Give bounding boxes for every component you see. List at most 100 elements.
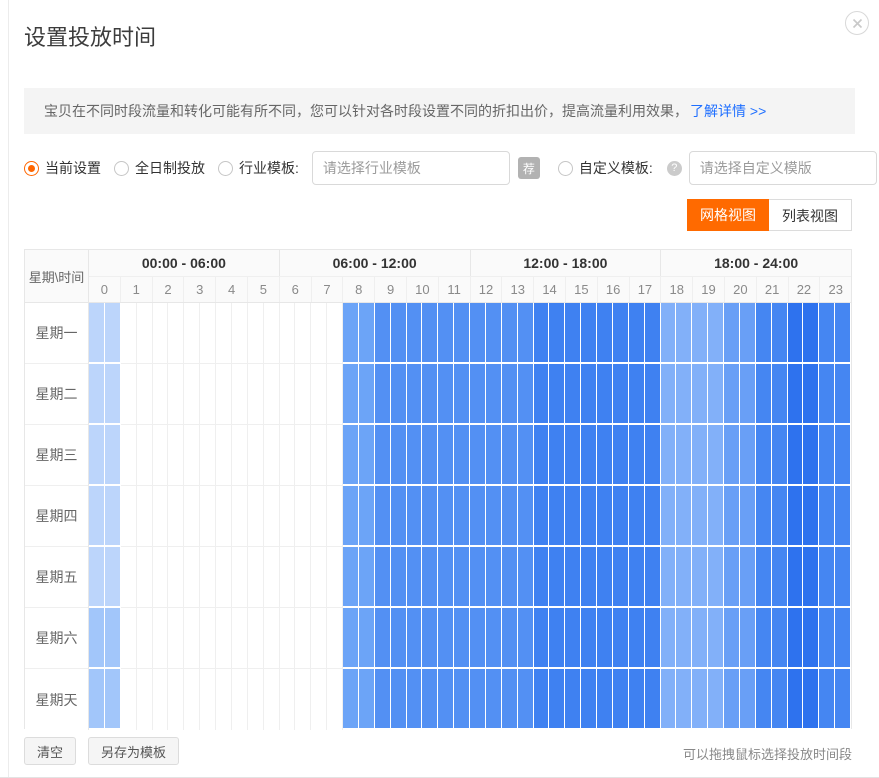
- schedule-cell[interactable]: [676, 425, 692, 486]
- schedule-cell[interactable]: [168, 669, 184, 730]
- schedule-cell[interactable]: [454, 669, 470, 730]
- schedule-cell[interactable]: [327, 547, 343, 608]
- schedule-cell[interactable]: [835, 547, 851, 608]
- schedule-cell[interactable]: [264, 364, 280, 425]
- schedule-cell[interactable]: [280, 364, 296, 425]
- schedule-cell[interactable]: [121, 608, 137, 669]
- schedule-cell[interactable]: [184, 425, 200, 486]
- schedule-cell[interactable]: [407, 425, 423, 486]
- schedule-cell[interactable]: [248, 669, 264, 730]
- schedule-cell[interactable]: [200, 547, 216, 608]
- schedule-cell[interactable]: [565, 364, 581, 425]
- schedule-cell[interactable]: [248, 425, 264, 486]
- schedule-cell[interactable]: [534, 608, 550, 669]
- schedule-cell[interactable]: [200, 608, 216, 669]
- schedule-cell[interactable]: [137, 608, 153, 669]
- schedule-cell[interactable]: [438, 547, 454, 608]
- schedule-cell[interactable]: [803, 486, 819, 547]
- schedule-cell[interactable]: [629, 547, 645, 608]
- schedule-cell[interactable]: [692, 486, 708, 547]
- schedule-cell[interactable]: [565, 547, 581, 608]
- schedule-cell[interactable]: [645, 608, 661, 669]
- schedule-cell[interactable]: [343, 364, 359, 425]
- schedule-cell[interactable]: [105, 364, 121, 425]
- schedule-cell[interactable]: [518, 364, 534, 425]
- schedule-cell[interactable]: [216, 547, 232, 608]
- schedule-cell[interactable]: [581, 303, 597, 364]
- schedule-cell[interactable]: [565, 486, 581, 547]
- schedule-cell[interactable]: [629, 303, 645, 364]
- schedule-cell[interactable]: [788, 669, 804, 730]
- custom-template-input[interactable]: [689, 151, 877, 185]
- schedule-cell[interactable]: [518, 547, 534, 608]
- schedule-cell[interactable]: [200, 486, 216, 547]
- schedule-cell[interactable]: [581, 425, 597, 486]
- schedule-cell[interactable]: [724, 425, 740, 486]
- schedule-cell[interactable]: [438, 669, 454, 730]
- schedule-cell[interactable]: [422, 669, 438, 730]
- schedule-cell[interactable]: [645, 486, 661, 547]
- schedule-cell[interactable]: [168, 425, 184, 486]
- schedule-cell[interactable]: [343, 303, 359, 364]
- schedule-cell[interactable]: [756, 486, 772, 547]
- schedule-cell[interactable]: [724, 364, 740, 425]
- schedule-cell[interactable]: [200, 669, 216, 730]
- schedule-cell[interactable]: [629, 608, 645, 669]
- schedule-cell[interactable]: [391, 547, 407, 608]
- schedule-cell[interactable]: [407, 608, 423, 669]
- schedule-cell[interactable]: [216, 608, 232, 669]
- schedule-cell[interactable]: [375, 608, 391, 669]
- schedule-cell[interactable]: [597, 669, 613, 730]
- schedule-cell[interactable]: [454, 303, 470, 364]
- schedule-cell[interactable]: [422, 364, 438, 425]
- schedule-cell[interactable]: [565, 669, 581, 730]
- schedule-cell[interactable]: [407, 669, 423, 730]
- schedule-cell[interactable]: [803, 303, 819, 364]
- schedule-cell[interactable]: [391, 364, 407, 425]
- schedule-cell[interactable]: [502, 608, 518, 669]
- schedule-cell[interactable]: [676, 303, 692, 364]
- schedule-cell[interactable]: [597, 425, 613, 486]
- schedule-cell[interactable]: [597, 547, 613, 608]
- schedule-cell[interactable]: [502, 425, 518, 486]
- schedule-cell[interactable]: [327, 669, 343, 730]
- schedule-cell[interactable]: [613, 425, 629, 486]
- schedule-cell[interactable]: [454, 425, 470, 486]
- schedule-cell[interactable]: [454, 608, 470, 669]
- schedule-cell[interactable]: [740, 669, 756, 730]
- schedule-cell[interactable]: [391, 608, 407, 669]
- learn-more-link[interactable]: 了解详情 >>: [690, 101, 766, 121]
- schedule-cell[interactable]: [137, 303, 153, 364]
- schedule-cell[interactable]: [470, 303, 486, 364]
- schedule-cell[interactable]: [708, 486, 724, 547]
- schedule-cell[interactable]: [724, 608, 740, 669]
- schedule-cell[interactable]: [359, 669, 375, 730]
- schedule-cell[interactable]: [613, 364, 629, 425]
- schedule-cell[interactable]: [311, 425, 327, 486]
- schedule-cell[interactable]: [264, 425, 280, 486]
- schedule-cell[interactable]: [486, 486, 502, 547]
- schedule-cell[interactable]: [645, 547, 661, 608]
- schedule-cell[interactable]: [502, 669, 518, 730]
- schedule-cell[interactable]: [121, 425, 137, 486]
- schedule-cell[interactable]: [502, 303, 518, 364]
- schedule-cell[interactable]: [359, 547, 375, 608]
- radio-icon[interactable]: [558, 161, 573, 176]
- schedule-cell[interactable]: [105, 669, 121, 730]
- schedule-cell[interactable]: [740, 303, 756, 364]
- schedule-cell[interactable]: [248, 486, 264, 547]
- schedule-cell[interactable]: [311, 608, 327, 669]
- schedule-cell[interactable]: [740, 608, 756, 669]
- schedule-cell[interactable]: [756, 364, 772, 425]
- schedule-cell[interactable]: [756, 547, 772, 608]
- schedule-cell[interactable]: [549, 425, 565, 486]
- schedule-cell[interactable]: [407, 364, 423, 425]
- schedule-cell[interactable]: [819, 303, 835, 364]
- schedule-cell[interactable]: [661, 547, 677, 608]
- schedule-cell[interactable]: [597, 608, 613, 669]
- schedule-cell[interactable]: [708, 303, 724, 364]
- radio-current-settings[interactable]: 当前设置: [24, 158, 101, 178]
- radio-icon[interactable]: [218, 161, 233, 176]
- schedule-cell[interactable]: [248, 303, 264, 364]
- schedule-cell[interactable]: [676, 608, 692, 669]
